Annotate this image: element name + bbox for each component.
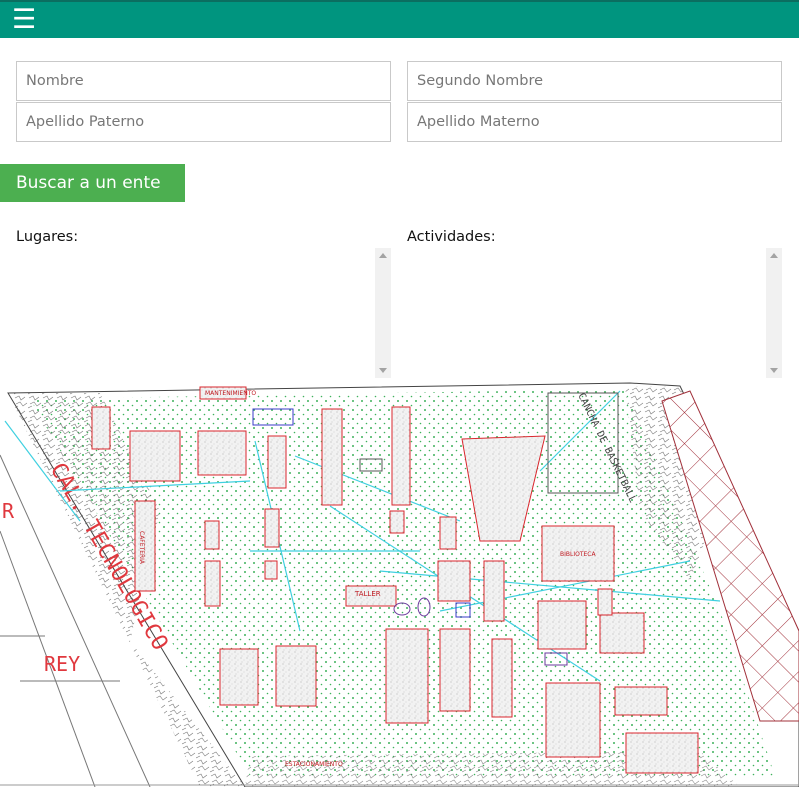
area-label-cafeteria: CAFETERIA	[138, 531, 145, 565]
street-label-rey: REY	[44, 652, 80, 676]
nombre-input[interactable]	[16, 61, 391, 101]
lugares-scrollbar[interactable]	[375, 248, 391, 378]
apellido-materno-input[interactable]	[407, 102, 782, 142]
buscar-ente-button[interactable]: Buscar a un ente	[0, 164, 185, 202]
scroll-down-icon[interactable]	[379, 368, 387, 373]
scroll-up-icon[interactable]	[770, 253, 778, 258]
actividades-label: Actividades:	[407, 229, 496, 245]
area-label-biblioteca: BIBLIOTECA	[560, 551, 596, 558]
hamburger-menu-icon[interactable]: ☰	[12, 5, 42, 35]
area-label-estacionamiento: ESTACIONAMIENTO	[285, 761, 343, 768]
scroll-down-icon[interactable]	[770, 368, 778, 373]
street-label-r: R	[2, 499, 15, 523]
area-label-mantenimiento: MANTENIMIENTO	[205, 390, 256, 397]
campus-map-drawing: CAL. TECNOLOGICO REY R CANCHA DE BASKETB…	[0, 382, 799, 788]
scroll-up-icon[interactable]	[379, 253, 387, 258]
actividades-scrollbar[interactable]	[766, 248, 782, 378]
campus-map[interactable]: CAL. TECNOLOGICO REY R CANCHA DE BASKETB…	[0, 381, 799, 788]
lugares-list[interactable]	[16, 248, 391, 378]
segundo-nombre-input[interactable]	[407, 61, 782, 101]
area-label-taller: TALLER	[354, 590, 381, 598]
actividades-list[interactable]	[407, 248, 782, 378]
top-bar: ☰	[0, 0, 799, 38]
lugares-label: Lugares:	[16, 229, 79, 245]
apellido-paterno-input[interactable]	[16, 102, 391, 142]
